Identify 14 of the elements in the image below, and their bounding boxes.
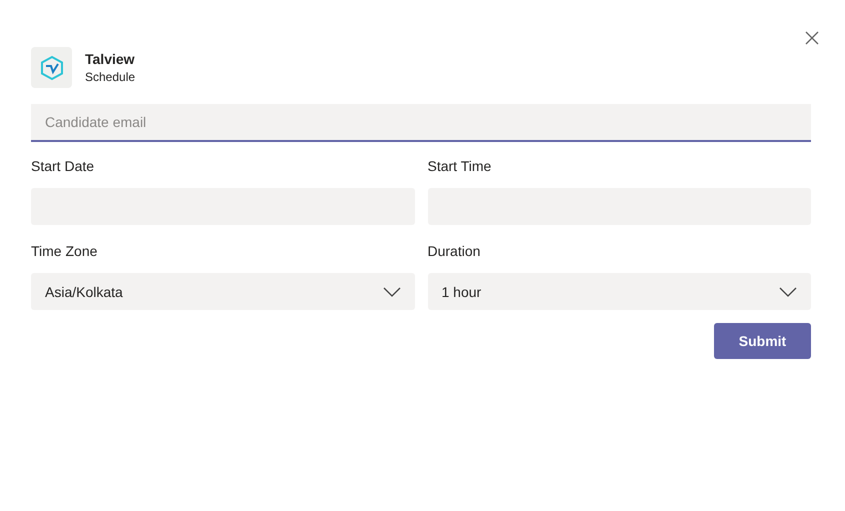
field-label: Time Zone xyxy=(31,242,98,261)
field-label: Start Time xyxy=(428,157,492,176)
app-name: Talview xyxy=(85,51,136,67)
field-label: Duration xyxy=(428,242,482,261)
submit-button[interactable]: Submit xyxy=(714,323,811,359)
field-label: Start Date xyxy=(31,157,96,176)
close-icon[interactable] xyxy=(805,31,819,45)
app-subtitle: Schedule xyxy=(85,70,136,84)
app-logo xyxy=(31,47,72,88)
dropdown[interactable]: 1 hour xyxy=(428,273,811,310)
chevron-icon xyxy=(382,286,400,296)
email-field[interactable]: Candidate email xyxy=(31,104,811,142)
dropdown[interactable]: Asia/Kolkata xyxy=(31,273,414,310)
chevron-icon xyxy=(779,286,797,296)
